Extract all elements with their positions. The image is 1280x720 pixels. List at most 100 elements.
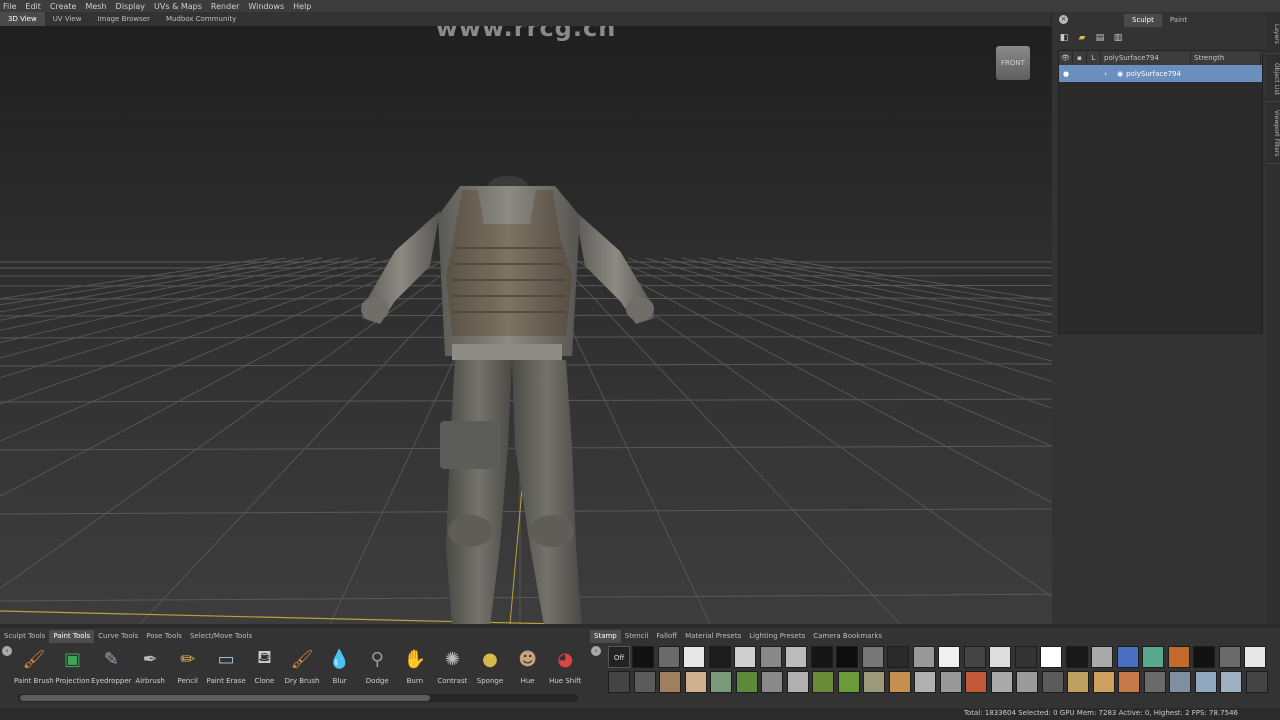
stamp-thumbnail[interactable] — [761, 671, 783, 693]
stamp-thumbnail[interactable] — [1142, 646, 1164, 668]
scroll-thumb[interactable] — [20, 695, 430, 701]
tool-scrollbar[interactable] — [18, 694, 578, 702]
tab-pose-tools[interactable]: Pose Tools — [142, 630, 186, 643]
delete-icon[interactable]: ▤ — [1094, 32, 1106, 44]
stamp-thumbnail[interactable] — [1193, 646, 1215, 668]
stamp-thumbnail[interactable] — [963, 646, 986, 668]
menu-render[interactable]: Render — [211, 2, 239, 11]
tab-sculpt[interactable]: Sculpt — [1124, 14, 1162, 27]
menu-windows[interactable]: Windows — [248, 2, 284, 11]
menu-mesh[interactable]: Mesh — [85, 2, 106, 11]
tab-curve-tools[interactable]: Curve Tools — [94, 630, 142, 643]
side-tab-object-list[interactable]: Object List — [1266, 56, 1280, 102]
folder-icon[interactable]: ▰ — [1076, 32, 1088, 44]
tab-stencil[interactable]: Stencil — [621, 630, 653, 643]
stamp-thumbnail[interactable] — [708, 646, 731, 668]
stamp-thumbnail[interactable] — [1014, 646, 1037, 668]
stamp-thumbnail[interactable] — [938, 646, 960, 668]
stamp-thumbnail[interactable] — [1169, 671, 1191, 693]
stamp-thumbnail[interactable] — [836, 646, 858, 668]
stamp-thumbnail[interactable] — [810, 646, 833, 668]
tab-select-move-tools[interactable]: Select/Move Tools — [186, 630, 256, 643]
stamp-thumbnail[interactable] — [861, 646, 884, 668]
tab-mudbox-community[interactable]: Mudbox Community — [158, 12, 244, 26]
layer-name-header: polySurface794 — [1101, 51, 1191, 65]
stamp-thumbnail[interactable] — [657, 646, 680, 668]
tab-uv-view[interactable]: UV View — [45, 12, 90, 26]
stamp-thumbnail[interactable] — [785, 646, 807, 668]
stamp-thumbnail[interactable] — [1067, 671, 1089, 693]
stamp-thumbnail[interactable] — [759, 646, 782, 668]
status-bar: Total: 1833604 Selected: 0 GPU Mem: 7283… — [0, 708, 1280, 720]
stamp-thumbnail[interactable] — [965, 671, 987, 693]
menu-uvs-maps[interactable]: UVs & Maps — [154, 2, 202, 11]
stamp-thumbnail[interactable] — [1118, 671, 1140, 693]
stamp-thumbnail[interactable] — [632, 646, 654, 668]
stamp-thumbnail[interactable] — [1194, 671, 1217, 693]
stamp-thumbnail[interactable] — [989, 646, 1011, 668]
stamp-scroll-left-icon[interactable]: ‹ — [591, 646, 601, 656]
character-model[interactable] — [0, 26, 1052, 624]
tab-camera-bookmarks[interactable]: Camera Bookmarks — [809, 630, 886, 643]
menu-edit[interactable]: Edit — [25, 2, 41, 11]
tab-paint[interactable]: Paint — [1162, 14, 1195, 27]
viewcube[interactable]: FRONT — [996, 46, 1030, 80]
layer-row[interactable]: ● › ◉ polySurface794 — [1059, 65, 1262, 82]
stamp-thumbnail[interactable] — [1244, 646, 1266, 668]
stamp-thumbnail[interactable] — [1218, 646, 1241, 668]
stamp-thumbnail[interactable] — [914, 671, 936, 693]
3d-viewport[interactable]: www.rrcg.cn FRONT — [0, 26, 1052, 624]
side-tab-layers[interactable]: Layers — [1266, 14, 1280, 54]
stamp-thumbnail[interactable] — [1016, 671, 1038, 693]
stamp-thumbnail[interactable] — [888, 671, 911, 693]
stamp-thumbnail[interactable] — [608, 671, 630, 693]
lock-icon[interactable]: ▪ — [1073, 51, 1087, 65]
visibility-icon[interactable]: 👁 — [1059, 51, 1073, 65]
stamp-thumbnail[interactable] — [1065, 646, 1088, 668]
stamp-thumbnail[interactable] — [912, 646, 935, 668]
stamp-thumbnail[interactable] — [734, 646, 756, 668]
stamp-thumbnail[interactable] — [812, 671, 834, 693]
tab-falloff[interactable]: Falloff — [652, 630, 681, 643]
stamp-thumbnail[interactable] — [939, 671, 962, 693]
menu-create[interactable]: Create — [50, 2, 77, 11]
side-tab-viewport-filters[interactable]: Viewport Filters — [1266, 104, 1280, 164]
new-layer-icon[interactable]: ◧ — [1058, 32, 1070, 44]
stamp-thumbnail[interactable] — [863, 671, 885, 693]
stamp-thumbnail[interactable] — [1143, 671, 1166, 693]
close-icon[interactable]: × — [1059, 15, 1068, 24]
scroll-left-icon[interactable]: ‹ — [2, 646, 12, 656]
stamp-thumbnail[interactable] — [786, 671, 809, 693]
stamp-thumbnail[interactable] — [1167, 646, 1190, 668]
stamp-thumbnail[interactable] — [1091, 646, 1113, 668]
stamp-thumbnail[interactable] — [1220, 671, 1242, 693]
stamp-thumbnail[interactable] — [1092, 671, 1115, 693]
stamp-thumbnail[interactable] — [710, 671, 732, 693]
tab-lighting-presets[interactable]: Lighting Presets — [745, 630, 809, 643]
tab-stamp[interactable]: Stamp — [590, 630, 621, 643]
stamp-thumbnail[interactable] — [684, 671, 707, 693]
stamp-thumbnail[interactable] — [887, 646, 909, 668]
tab-image-browser[interactable]: Image Browser — [89, 12, 158, 26]
menu-display[interactable]: Display — [116, 2, 146, 11]
stamp-thumbnail[interactable] — [633, 671, 656, 693]
stamp-thumbnail[interactable] — [990, 671, 1013, 693]
stamp-thumbnail[interactable] — [683, 646, 705, 668]
stamp-thumbnail[interactable] — [1116, 646, 1139, 668]
stamp-thumbnail[interactable] — [735, 671, 758, 693]
watermark-text: www.rrcg.cn — [435, 26, 617, 42]
menu-help[interactable]: Help — [293, 2, 311, 11]
tab-sculpt-tools[interactable]: Sculpt Tools — [0, 630, 49, 643]
expand-icon[interactable]: › — [1073, 70, 1117, 78]
tab-paint-tools[interactable]: Paint Tools — [49, 630, 95, 643]
menu-file[interactable]: File — [3, 2, 16, 11]
stamp-thumbnail[interactable] — [1245, 671, 1268, 693]
stamp-thumbnail[interactable] — [1040, 646, 1062, 668]
stamp-thumbnail[interactable] — [837, 671, 860, 693]
eye-icon[interactable]: ● — [1059, 70, 1073, 78]
stamp-thumbnail[interactable] — [1041, 671, 1064, 693]
tab-material-presets[interactable]: Material Presets — [681, 630, 745, 643]
tab-3d-view[interactable]: 3D View — [0, 12, 45, 26]
merge-icon[interactable]: ▥ — [1112, 32, 1124, 44]
stamp-thumbnail[interactable] — [659, 671, 681, 693]
